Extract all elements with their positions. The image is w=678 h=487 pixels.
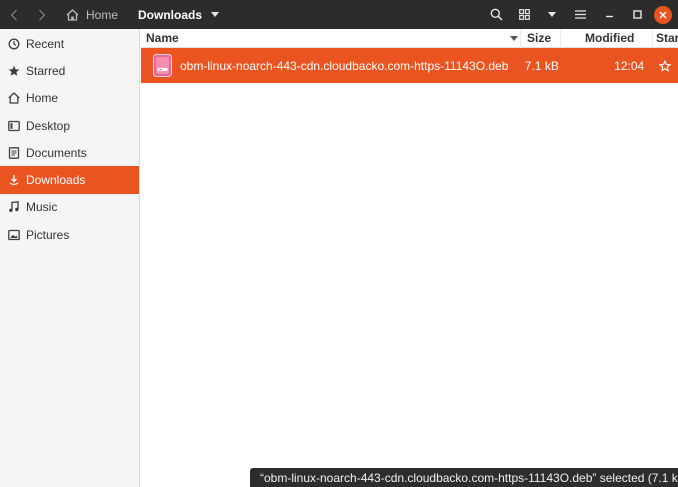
file-name: obm-linux-noarch-443-cdn.cloudbacko.com-… xyxy=(180,58,509,73)
sidebar: Recent Starred Home Desktop Documents Do… xyxy=(0,29,140,487)
view-options-button[interactable] xyxy=(538,0,566,29)
sidebar-item-documents[interactable]: Documents xyxy=(0,139,139,166)
selection-status-text: “obm-linux-noarch-443-cdn.cloudbacko.com… xyxy=(260,470,678,485)
column-header-modified[interactable]: Modified xyxy=(560,28,652,48)
menu-button[interactable] xyxy=(566,0,594,29)
column-header-star-label: Star xyxy=(656,31,678,45)
sidebar-item-label: Starred xyxy=(26,63,66,78)
close-button[interactable] xyxy=(654,5,672,24)
sidebar-item-label: Pictures xyxy=(26,227,70,242)
star-icon xyxy=(8,65,20,77)
column-header-name[interactable]: Name xyxy=(141,29,520,48)
desktop-icon xyxy=(8,120,20,132)
header-actions xyxy=(482,0,678,29)
back-button[interactable] xyxy=(0,0,28,29)
file-row[interactable]: obm-linux-noarch-443-cdn.cloudbacko.com-… xyxy=(141,48,678,83)
star-outline-icon xyxy=(659,59,672,72)
column-header-star[interactable]: Star xyxy=(652,28,678,48)
forward-button[interactable] xyxy=(28,0,56,29)
grid-view-icon xyxy=(518,9,530,20)
sidebar-item-label: Music xyxy=(26,200,58,215)
sidebar-item-label: Desktop xyxy=(26,118,71,133)
maximize-icon xyxy=(632,10,642,19)
sidebar-item-home[interactable]: Home xyxy=(0,85,139,112)
sidebar-item-label: Documents xyxy=(26,145,87,160)
selection-status-bar: “obm-linux-noarch-443-cdn.cloudbacko.com… xyxy=(250,468,678,487)
column-header-size[interactable]: Size xyxy=(520,28,560,48)
chevron-left-icon xyxy=(10,9,17,20)
sidebar-item-label: Recent xyxy=(26,36,65,51)
column-header-size-label: Size xyxy=(527,31,552,45)
minimize-button[interactable] xyxy=(594,0,624,29)
search-icon xyxy=(490,8,503,21)
download-icon xyxy=(8,174,20,186)
path-crumb-downloads-label: Downloads xyxy=(138,7,203,22)
path-menu-button[interactable] xyxy=(208,0,222,29)
sidebar-item-recent[interactable]: Recent xyxy=(0,30,139,57)
sidebar-item-starred[interactable]: Starred xyxy=(0,57,139,84)
sidebar-item-music[interactable]: Music xyxy=(0,194,139,221)
music-icon xyxy=(8,201,20,213)
path-bar: Home Downloads xyxy=(56,0,222,29)
file-size: 7.1 kB xyxy=(524,58,559,73)
minimize-icon xyxy=(605,15,613,18)
file-modified: 12:04 xyxy=(614,58,645,73)
column-header-modified-label: Modified xyxy=(585,31,635,45)
package-file-icon xyxy=(153,54,172,77)
sidebar-item-pictures[interactable]: Pictures xyxy=(0,221,139,248)
sidebar-item-label: Downloads xyxy=(26,173,86,188)
close-icon xyxy=(659,11,667,18)
header-bar: Home Downloads xyxy=(0,0,678,29)
sidebar-item-label: Home xyxy=(26,91,59,106)
sort-descending-icon xyxy=(510,35,518,41)
sidebar-item-desktop[interactable]: Desktop xyxy=(0,112,139,139)
column-header-name-label: Name xyxy=(146,31,179,45)
maximize-button[interactable] xyxy=(624,0,650,29)
caret-down-icon xyxy=(211,12,220,17)
file-star-toggle[interactable] xyxy=(652,59,678,72)
file-name-cell: obm-linux-noarch-443-cdn.cloudbacko.com-… xyxy=(141,54,517,77)
sidebar-item-downloads[interactable]: Downloads xyxy=(0,166,139,194)
home-icon xyxy=(8,92,20,104)
chevron-right-icon xyxy=(39,9,46,20)
file-list-view: Name Size Modified Star obm-linux-noarch… xyxy=(141,28,678,487)
document-icon xyxy=(8,146,20,159)
column-header-row: Name Size Modified Star xyxy=(141,28,678,48)
search-button[interactable] xyxy=(482,0,510,29)
picture-icon xyxy=(8,229,20,241)
path-crumb-home[interactable]: Home xyxy=(56,0,128,29)
file-manager-window: Home Downloads Recent Starred Home Deskt… xyxy=(0,0,678,487)
hamburger-menu-icon xyxy=(574,10,586,19)
path-crumb-home-label: Home xyxy=(86,7,119,22)
clock-icon xyxy=(8,38,20,50)
view-mode-button[interactable] xyxy=(510,0,538,29)
path-crumb-downloads[interactable]: Downloads xyxy=(128,0,208,29)
home-icon xyxy=(66,8,79,21)
caret-down-icon xyxy=(548,12,556,17)
